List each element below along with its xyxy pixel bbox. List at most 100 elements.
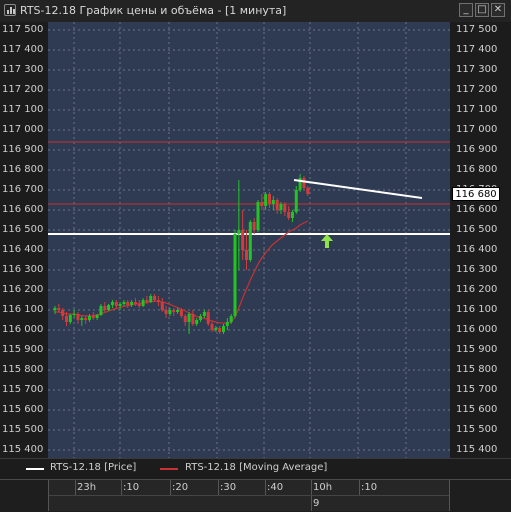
y-tick-label: 115 400 — [2, 444, 44, 455]
candle-down — [160, 302, 164, 310]
legend-bar: RTS-12.18 [Price] RTS-12.18 [Moving Aver… — [0, 458, 511, 479]
time-axis[interactable]: 23h :10 :20 :30 :40 10h :10 9 — [0, 479, 511, 512]
candle-down — [84, 318, 88, 320]
y-tick-label: 116 200 — [456, 284, 498, 295]
y-tick-label: 116 000 — [2, 324, 44, 335]
candle-down — [91, 316, 95, 318]
candle-up — [80, 318, 84, 320]
candle-down — [64, 316, 68, 322]
price-legend-label: RTS-12.18 [Price] — [50, 462, 137, 473]
y-tick-label: 117 300 — [2, 64, 44, 75]
candle-down — [57, 308, 61, 310]
candle-up — [264, 194, 268, 206]
time-tick — [265, 480, 266, 495]
window-title: RTS-12.18 График цены и объёма - [1 мину… — [20, 4, 287, 17]
time-label-23h: 23h — [77, 482, 97, 493]
time-tick — [75, 480, 76, 495]
y-tick-label: 117 400 — [2, 44, 44, 55]
candle-down — [267, 194, 271, 204]
y-tick-label: 115 800 — [456, 364, 498, 375]
day-label: 9 — [313, 498, 320, 509]
y-tick-label: 116 700 — [2, 184, 44, 195]
candle-down — [156, 300, 160, 302]
y-tick-label: 117 100 — [2, 104, 44, 115]
candle-up — [199, 316, 203, 320]
title-bar[interactable]: RTS-12.18 График цены и объёма - [1 мину… — [0, 0, 511, 23]
y-tick-label: 116 100 — [2, 304, 44, 315]
time-label-10h: 10h — [313, 482, 333, 493]
y-tick-label: 116 200 — [2, 284, 44, 295]
y-tick-label: 117 500 — [2, 24, 44, 35]
minimize-button[interactable]: _ — [459, 3, 473, 17]
y-tick-label: 116 500 — [2, 224, 44, 235]
candle-up — [122, 302, 126, 304]
candle-down — [260, 202, 264, 206]
candle-down — [302, 178, 306, 188]
chart-app-icon — [4, 4, 16, 16]
chart-area[interactable]: 117 500 117 400 117 300 117 200 117 100 117 0… — [0, 22, 511, 458]
day-tick — [311, 496, 312, 511]
y-tick-label: 116 800 — [456, 164, 498, 175]
y-tick-label: 115 900 — [2, 344, 44, 355]
time-axis-panel: 23h :10 :20 :30 :40 10h :10 9 — [48, 480, 450, 511]
candle-up — [233, 234, 237, 316]
y-tick-label: 117 500 — [456, 24, 498, 35]
ma-legend-swatch — [160, 468, 178, 470]
candle-down — [275, 200, 279, 210]
candle-up — [290, 212, 294, 218]
candle-up — [130, 302, 134, 305]
candle-up — [237, 230, 241, 234]
y-tick-label: 115 700 — [456, 384, 498, 395]
candle-up — [176, 310, 180, 312]
candle-down — [153, 296, 157, 300]
candle-down — [133, 302, 137, 304]
y-tick-label: 116 100 — [456, 304, 498, 315]
time-label-10h-10: :10 — [361, 482, 378, 493]
candle-up — [118, 304, 122, 306]
candle-up — [229, 316, 233, 322]
chart-window: RTS-12.18 График цены и объёма - [1 мину… — [0, 0, 511, 512]
candle-up — [279, 204, 283, 210]
candle-down — [218, 328, 222, 332]
candle-up — [294, 190, 298, 212]
y-tick-label: 116 500 — [456, 224, 498, 235]
candle-up — [214, 328, 218, 330]
candle-up — [256, 202, 260, 230]
candle-up — [87, 316, 91, 320]
candle-down — [191, 314, 195, 324]
close-button[interactable]: ✕ — [491, 3, 505, 17]
candle-up — [68, 315, 72, 322]
time-tick — [170, 480, 171, 495]
candle-up — [53, 308, 57, 310]
candle-down — [179, 310, 183, 316]
y-tick-label: 115 600 — [2, 404, 44, 415]
y-tick-label: 115 700 — [2, 384, 44, 395]
candle-down — [61, 310, 65, 316]
candle-up — [149, 296, 153, 302]
candle-down — [241, 230, 245, 250]
time-label-40: :40 — [267, 482, 284, 493]
candle-up — [187, 314, 191, 322]
y-tick-label: 115 500 — [456, 424, 498, 435]
current-price-tag: 116 680 — [452, 187, 500, 201]
price-chart[interactable] — [0, 22, 511, 458]
y-tick-label: 117 200 — [456, 84, 498, 95]
candle-down — [306, 188, 310, 194]
candle-up — [99, 306, 103, 315]
time-label-20: :20 — [172, 482, 189, 493]
time-label-30: :30 — [220, 482, 237, 493]
y-tick-label: 115 600 — [456, 404, 498, 415]
y-tick-label: 116 900 — [456, 144, 498, 155]
maximize-button[interactable]: □ — [475, 3, 489, 17]
candle-up — [95, 315, 99, 318]
candle-down — [206, 312, 210, 324]
time-label-10: :10 — [123, 482, 140, 493]
time-tick — [359, 480, 360, 495]
y-tick-label: 116 000 — [456, 324, 498, 335]
time-axis-divider — [49, 495, 449, 496]
candle-up — [168, 310, 172, 314]
candle-down — [103, 306, 107, 310]
y-tick-label: 115 800 — [2, 364, 44, 375]
y-tick-label: 117 000 — [456, 124, 498, 135]
price-legend-swatch — [26, 468, 44, 470]
